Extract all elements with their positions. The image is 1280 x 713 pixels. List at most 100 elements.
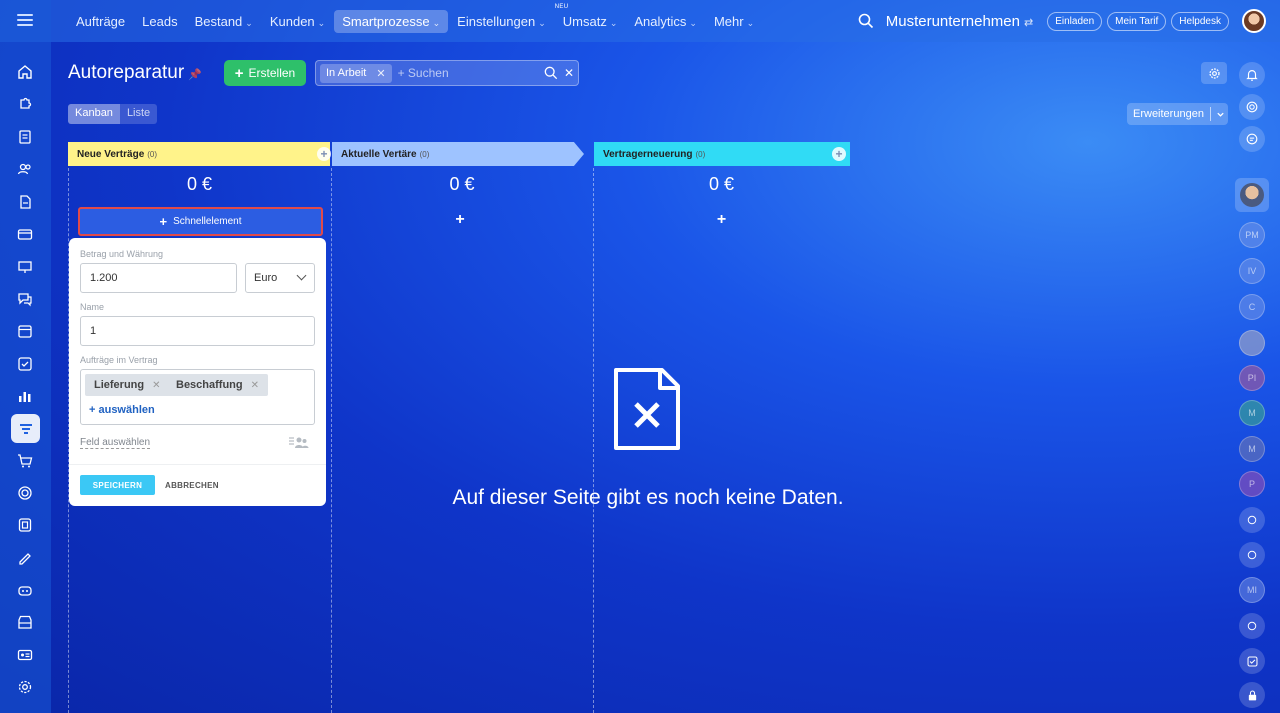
card-icon[interactable] [15, 224, 35, 244]
remove-icon[interactable]: ✕ [152, 380, 160, 391]
robot-icon[interactable] [15, 580, 35, 600]
checkbox-icon[interactable] [15, 354, 35, 374]
cart-icon[interactable] [15, 451, 35, 471]
nav-item-bestand[interactable]: Bestand ⌄ [187, 10, 261, 33]
chat-icon[interactable] [15, 289, 35, 309]
nav-item-smartprozesse[interactable]: Smartprozesse ⌄ [334, 9, 449, 33]
cancel-button[interactable]: ABBRECHEN [165, 475, 219, 495]
add-item-button[interactable]: + [331, 211, 589, 229]
chevron-down-icon: ⌄ [538, 17, 546, 28]
column-header-contract-renewal[interactable]: Vertragerneuerung (0) [594, 142, 850, 166]
contact-avatar[interactable]: M [1239, 436, 1265, 462]
filter-search-bar[interactable]: In Arbeit ✕ + Suchen ✕ [315, 60, 579, 86]
search-input[interactable]: + Suchen [398, 66, 544, 80]
menu-icon[interactable] [17, 14, 33, 26]
pin-icon[interactable]: 📌 [188, 69, 202, 81]
document-icon[interactable] [15, 127, 35, 147]
helpdesk-button[interactable]: Helpdesk [1171, 11, 1229, 31]
contact-avatar[interactable]: PM [1239, 222, 1265, 248]
contact-avatar[interactable]: IV [1239, 258, 1265, 284]
chat-bubble-icon[interactable] [1239, 126, 1265, 152]
users-icon[interactable] [289, 435, 309, 449]
funnel-icon[interactable] [11, 414, 40, 443]
nav-item-umsatz[interactable]: NEU Umsatz ⌄ [555, 4, 626, 33]
store-icon[interactable] [15, 612, 35, 632]
extensions-button[interactable]: Erweiterungen [1127, 103, 1228, 125]
copilot-icon[interactable] [1239, 94, 1265, 120]
clear-icon[interactable]: ✕ [564, 66, 574, 80]
settings-button[interactable] [1201, 62, 1227, 84]
chevron-down-icon: ⌄ [609, 17, 618, 28]
search-icon[interactable] [544, 66, 558, 80]
copilot-icon[interactable] [1239, 507, 1265, 533]
id-card-icon[interactable] [15, 645, 35, 665]
add-item-button[interactable]: + [593, 211, 850, 229]
nav-item-mehr[interactable]: Mehr ⌄ [706, 10, 762, 33]
add-stage-icon[interactable]: + [832, 147, 846, 161]
home-icon[interactable] [15, 62, 35, 82]
contact-avatar[interactable]: PI [1239, 365, 1265, 391]
contact-avatar[interactable]: P [1239, 471, 1265, 497]
name-input[interactable]: 1 [80, 316, 315, 346]
contact-avatar[interactable]: C [1239, 294, 1265, 320]
search-icon[interactable] [858, 13, 874, 29]
lock-icon[interactable] [1239, 682, 1265, 708]
storage-icon[interactable] [15, 515, 35, 535]
signature-icon[interactable] [15, 548, 35, 568]
column-header-new-contracts[interactable]: Neue Verträge (0) [68, 142, 330, 166]
empty-state-message: Auf dieser Seite gibt es noch keine Date… [452, 486, 844, 509]
copilot-icon[interactable] [1239, 542, 1265, 568]
calendar-icon[interactable] [15, 321, 35, 341]
filter-tag[interactable]: In Arbeit ✕ [320, 63, 392, 83]
view-list-button[interactable]: Liste [120, 104, 157, 124]
contacts-icon[interactable] [15, 159, 35, 179]
puzzle-icon[interactable] [15, 94, 35, 114]
user-avatar[interactable] [1242, 9, 1266, 33]
select-field-link[interactable]: Feld auswählen [80, 437, 151, 449]
quick-element-button[interactable]: + Schnellelement [78, 207, 323, 236]
company-name[interactable]: Musterunternehmen ⇄ [886, 13, 1033, 30]
task-check-icon[interactable] [1239, 648, 1265, 674]
currency-select[interactable]: Euro [245, 263, 315, 293]
my-plan-button[interactable]: Mein Tarif [1107, 11, 1167, 31]
right-sidebar: PM IV C PI M M P MI [1232, 42, 1280, 713]
chevron-down-icon: ⌄ [432, 17, 441, 28]
header-actions: Musterunternehmen ⇄ Einladen Mein Tarif H… [858, 8, 1266, 34]
contact-avatar-photo[interactable] [1239, 330, 1265, 356]
bar-chart-icon[interactable] [15, 386, 35, 406]
create-button[interactable]: + Erstellen [224, 60, 306, 86]
order-tag[interactable]: Beschaffung ✕ [167, 374, 269, 396]
gear-icon[interactable] [15, 677, 35, 697]
view-kanban-button[interactable]: Kanban [68, 104, 120, 124]
contact-avatar[interactable]: M [1239, 400, 1265, 426]
amount-input[interactable]: 1.200 [80, 263, 237, 293]
chevron-down-icon: ⌄ [689, 17, 697, 28]
nav-item-kunden[interactable]: Kunden ⌄ [262, 10, 333, 33]
add-order-link[interactable]: + auswählen [89, 404, 155, 416]
main-navigation: Aufträge Leads Bestand ⌄ Kunden ⌄ Smartpro… [68, 4, 763, 33]
nav-item-leads[interactable]: Leads [134, 10, 185, 33]
column-sum: 0 € [186, 174, 213, 194]
bell-icon[interactable] [1239, 62, 1265, 88]
column-sum: 0 € [449, 174, 475, 194]
remove-icon[interactable]: ✕ [251, 380, 259, 391]
presentation-icon[interactable] [15, 257, 35, 277]
invoice-icon[interactable] [15, 192, 35, 212]
contact-avatar[interactable]: MI [1239, 577, 1265, 603]
orders-tag-field[interactable]: Lieferung ✕ Beschaffung ✕ + auswählen [80, 369, 315, 425]
nav-item-analytics[interactable]: Analytics ⌄ [626, 10, 705, 33]
target-icon[interactable] [15, 483, 35, 503]
copilot-icon[interactable] [1239, 613, 1265, 639]
user-avatar-large[interactable] [1235, 178, 1269, 212]
column-header-current-contracts[interactable]: Aktuelle Vertäre (0) [332, 142, 584, 166]
invite-button[interactable]: Einladen [1047, 11, 1103, 31]
save-button[interactable]: SPEICHERN [80, 475, 155, 495]
form-divider [69, 464, 326, 465]
order-tag[interactable]: Lieferung ✕ [85, 374, 170, 396]
nav-item-auftraege[interactable]: Aufträge [68, 10, 133, 33]
chevron-down-icon [296, 270, 307, 281]
close-icon[interactable]: ✕ [376, 67, 385, 80]
chevron-down-icon: ⌄ [317, 17, 326, 28]
nav-item-einstellungen[interactable]: Einstellungen ⌄ [449, 10, 554, 33]
add-stage-icon[interactable]: + [317, 147, 331, 161]
